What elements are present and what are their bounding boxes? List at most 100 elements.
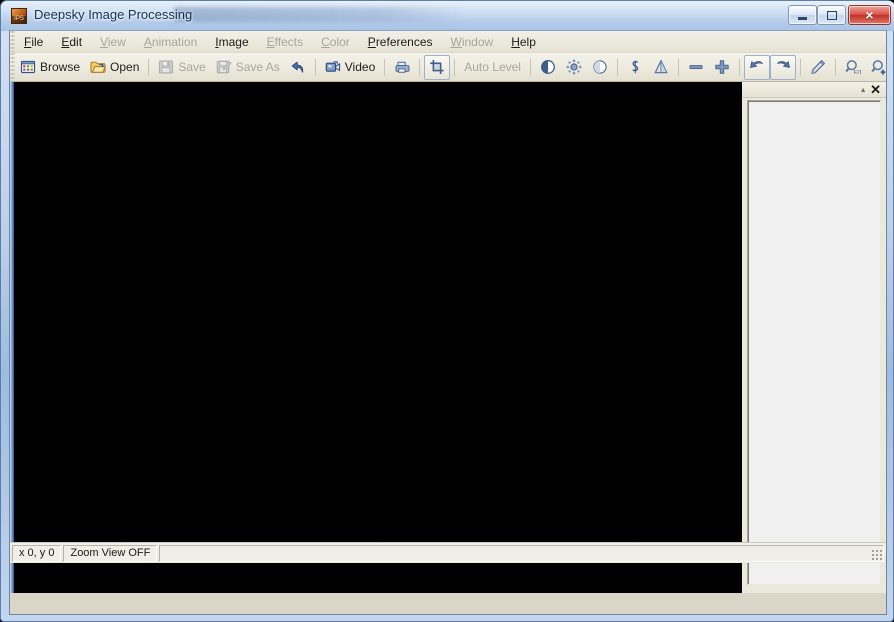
toolbar-separator: [148, 58, 150, 76]
image-canvas[interactable]: [10, 82, 743, 593]
side-panel-header: ▴ ✕: [742, 82, 886, 98]
workspace: ▴ ✕: [10, 82, 886, 614]
pencil-button[interactable]: [805, 55, 831, 80]
menu-item-preferences-label: Preferences: [367, 34, 433, 49]
pencil-icon: [810, 59, 826, 75]
menu-item-animation: Animation: [135, 31, 206, 52]
menu-item-color: Color: [312, 31, 359, 52]
maximize-icon: [818, 6, 845, 24]
title-bar[interactable]: Deepsky Image Processing ×: [2, 2, 894, 30]
open-button-label: Open: [110, 60, 140, 74]
curves-s-icon: [627, 59, 643, 75]
svg-text:FIT: FIT: [854, 70, 861, 75]
toolbar-separator: [454, 58, 456, 76]
browse-button-label: Browse: [40, 60, 81, 74]
undo-arrow-icon: [290, 59, 306, 75]
menu-item-effects: Effects: [258, 31, 312, 52]
toolbar-separator: [677, 58, 679, 76]
application-icon: [11, 8, 27, 24]
decrease-button[interactable]: [683, 55, 709, 80]
contrast-button[interactable]: [535, 55, 561, 80]
menu-item-file[interactable]: File: [15, 31, 52, 52]
open-button[interactable]: Open: [85, 55, 144, 80]
zoom-in-icon: [871, 59, 886, 75]
toolbar-grip[interactable]: [10, 53, 15, 81]
menu-item-view-label: View: [100, 34, 126, 49]
panel-close-icon[interactable]: ✕: [870, 83, 881, 96]
zoom-in-button[interactable]: [866, 55, 886, 80]
menu-item-image-label: Image: [215, 34, 249, 49]
auto-level-button-label: Auto Level: [464, 60, 521, 74]
canvas-left-scroll-edge[interactable]: [10, 82, 14, 593]
browse-thumbnails-icon: [20, 59, 36, 75]
menu-item-image[interactable]: Image: [206, 31, 257, 52]
toolbar-separator: [799, 58, 801, 76]
menu-bar-grip[interactable]: [10, 31, 15, 52]
mirror-flip-icon: [653, 59, 669, 75]
toolbar-separator: [738, 58, 740, 76]
zoom-fit-button[interactable]: FIT: [840, 55, 866, 80]
menu-item-animation-label: Animation: [143, 34, 198, 49]
save-button: Save: [153, 55, 210, 80]
menu-item-window: Window: [442, 31, 503, 52]
crop-icon: [429, 59, 445, 75]
open-folder-icon: [90, 59, 106, 75]
side-panel-body[interactable]: [747, 100, 881, 585]
undo-button[interactable]: [285, 55, 311, 80]
minus-icon: [688, 59, 704, 75]
save-button-label: Save: [178, 60, 206, 74]
side-panel: ▴ ✕: [742, 82, 886, 593]
toolbar-separator: [529, 58, 531, 76]
toolbar-separator: [616, 58, 618, 76]
application-window: Deepsky Image Processing × File Edit: [0, 0, 894, 622]
menu-item-color-label: Color: [321, 34, 350, 49]
print-icon: [394, 59, 410, 75]
rotate-right-button[interactable]: [769, 54, 796, 80]
toolbar-separator: [314, 58, 316, 76]
rotate-left-button[interactable]: [743, 54, 770, 80]
increase-button[interactable]: [709, 55, 735, 80]
client-area: File Edit View Animation Image Effects C…: [9, 30, 887, 615]
contrast-icon: [540, 59, 556, 75]
toolbar-separator: [419, 58, 421, 76]
panel-collapse-icon[interactable]: ▴: [861, 85, 865, 94]
rotate-left-icon: [749, 59, 765, 75]
close-button[interactable]: ×: [848, 5, 891, 25]
plus-icon: [714, 59, 730, 75]
video-button[interactable]: Video: [320, 55, 380, 80]
close-icon: ×: [865, 7, 874, 23]
crop-button[interactable]: [424, 54, 451, 80]
toolbar-separator: [834, 58, 836, 76]
menu-item-edit[interactable]: Edit: [52, 31, 91, 52]
status-message: [159, 544, 884, 562]
zoom-fit-icon: FIT: [845, 59, 863, 76]
print-button[interactable]: [389, 55, 415, 80]
browse-button[interactable]: Browse: [15, 55, 85, 80]
menu-item-preferences[interactable]: Preferences: [359, 31, 442, 52]
video-button-label: Video: [344, 60, 376, 74]
resize-grip[interactable]: [871, 549, 883, 561]
minimize-button[interactable]: [788, 5, 817, 25]
save-as-icon: [216, 59, 232, 75]
menu-item-window-label: Window: [450, 34, 494, 49]
menu-item-file-label: File: [24, 34, 44, 49]
mirror-button[interactable]: [648, 55, 674, 80]
maximize-button[interactable]: [817, 5, 846, 25]
status-zoom-view: Zoom View OFF: [63, 544, 158, 562]
status-bar: x 0, y 0 Zoom View OFF: [10, 542, 886, 563]
toolbar-separator: [384, 58, 386, 76]
save-floppy-icon: [158, 59, 174, 75]
brightness-button[interactable]: [561, 55, 587, 80]
gamma-button[interactable]: [587, 55, 613, 80]
menu-item-help-label: Help: [511, 34, 536, 49]
menu-item-view: View: [91, 31, 135, 52]
gamma-icon: [592, 59, 608, 75]
video-camera-icon: [325, 59, 341, 75]
window-title: Deepsky Image Processing: [34, 7, 193, 22]
curves-button[interactable]: [622, 55, 648, 80]
save-as-button: Save As: [211, 55, 285, 80]
menu-item-edit-label: Edit: [61, 34, 83, 49]
brightness-sun-icon: [566, 59, 582, 75]
menu-item-help[interactable]: Help: [502, 31, 545, 52]
menu-bar: File Edit View Animation Image Effects C…: [10, 31, 886, 53]
